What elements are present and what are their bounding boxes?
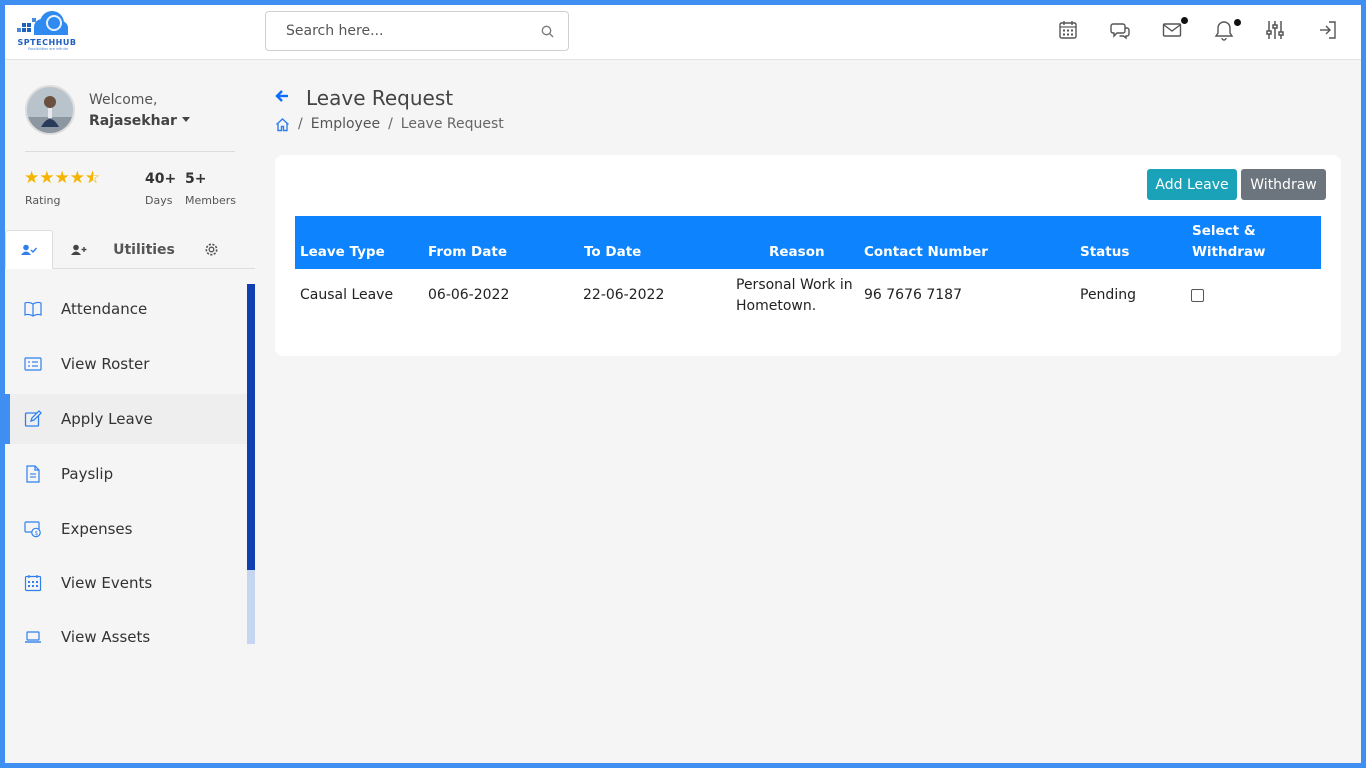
tab-utilities[interactable]: Utilities [105, 230, 183, 269]
brand-logo[interactable]: SPTECHHUB Possibilities are infinite [14, 9, 80, 53]
sidebar-item-payslip[interactable]: Payslip [5, 449, 247, 499]
sidebar-item-label: View Events [61, 574, 153, 592]
search-input[interactable] [267, 13, 527, 49]
sidebar-item-label: Apply Leave [61, 410, 153, 428]
mail-icon[interactable] [1161, 19, 1183, 41]
sidebar-item-attendance[interactable]: Attendance [5, 284, 247, 334]
star-icon: ★ [69, 168, 85, 188]
logo-cloud-icon [17, 11, 68, 35]
caret-down-icon [181, 117, 190, 122]
tab-user-check[interactable] [5, 230, 53, 269]
breadcrumb: / Employee / Leave Request [275, 116, 504, 132]
sidebar-item-view-events[interactable]: View Events [5, 558, 247, 608]
notification-dot [1234, 19, 1241, 26]
cell-reason-line2: Hometown. [736, 298, 817, 314]
logout-icon[interactable] [1317, 19, 1339, 41]
sidebar-item-label: View Assets [61, 628, 151, 646]
column-header-status: Status [1080, 244, 1130, 260]
tab-user-add[interactable] [57, 230, 101, 269]
user-check-icon [21, 244, 37, 255]
select-withdraw-checkbox[interactable] [1191, 289, 1204, 302]
members-label: Members [185, 194, 236, 207]
star-icon: ★ [24, 168, 40, 188]
sidebar-scrollbar-thumb[interactable] [247, 284, 255, 570]
search-box[interactable] [265, 11, 569, 51]
sidebar-tabs: Utilities [5, 230, 255, 269]
bell-icon[interactable] [1213, 19, 1235, 41]
sidebar-item-label: Attendance [61, 300, 148, 318]
table-header: Leave Type From Date To Date Reason Cont… [295, 216, 1321, 269]
column-header-from-date: From Date [428, 244, 507, 260]
leave-request-card: Add Leave Withdraw Leave Type From Date … [275, 155, 1341, 356]
gear-icon [205, 243, 217, 256]
cell-to-date: 22-06-2022 [583, 287, 665, 303]
user-name: Rajasekhar [89, 113, 177, 129]
days-value: 40+ [145, 171, 177, 187]
search-icon[interactable] [541, 25, 554, 38]
column-header-leave-type: Leave Type [300, 244, 385, 260]
chat-icon[interactable] [1109, 19, 1131, 41]
breadcrumb-separator: / [298, 116, 303, 132]
svg-text:$: $ [34, 530, 38, 537]
column-header-contact-number: Contact Number [864, 244, 988, 260]
sliders-icon[interactable] [1264, 19, 1286, 41]
sidebar-item-view-assets[interactable]: View Assets [5, 612, 247, 662]
column-header-reason: Reason [769, 244, 825, 260]
rating-stars: ★★★★☆★ [24, 168, 100, 188]
top-bar: SPTECHHUB Possibilities are infinite [0, 0, 1366, 60]
mail-unread-dot [1181, 17, 1188, 24]
sidebar-item-label: View Roster [61, 355, 150, 373]
welcome-text: Welcome, [89, 92, 158, 108]
withdraw-button[interactable]: Withdraw [1241, 169, 1326, 200]
star-icon: ★ [54, 168, 70, 188]
days-label: Days [145, 194, 173, 207]
add-leave-button[interactable]: Add Leave [1147, 169, 1237, 200]
user-plus-icon [71, 244, 87, 255]
document-icon [26, 465, 40, 483]
edit-icon [24, 410, 42, 427]
cell-contact-number: 96 7676 7187 [864, 287, 962, 303]
user-menu-toggle[interactable]: Rajasekhar [89, 113, 190, 129]
page-title: Leave Request [306, 86, 454, 110]
divider [25, 151, 235, 152]
calendar-icon[interactable] [1057, 19, 1079, 41]
sidebar-item-view-roster[interactable]: View Roster [5, 339, 247, 389]
breadcrumb-current: Leave Request [400, 116, 504, 132]
expenses-icon: $ [24, 521, 41, 538]
members-value: 5+ [185, 171, 207, 187]
avatar[interactable] [25, 85, 75, 135]
rating-label: Rating [25, 194, 61, 207]
breadcrumb-separator: / [388, 116, 393, 132]
home-icon[interactable] [275, 117, 290, 132]
laptop-icon [25, 631, 41, 643]
column-header-select-line1: Select & [1192, 223, 1256, 239]
brand-tagline: Possibilities are infinite [27, 47, 69, 51]
column-header-select-line2: Withdraw [1192, 244, 1266, 260]
calendar-icon [24, 575, 42, 592]
back-arrow-icon[interactable] [275, 89, 289, 103]
brand-name: SPTECHHUB [17, 38, 77, 47]
star-icon: ★ [39, 168, 55, 188]
cell-from-date: 06-06-2022 [428, 287, 510, 303]
book-icon [24, 301, 42, 317]
sidebar-item-label: Payslip [61, 465, 114, 483]
column-header-to-date: To Date [584, 244, 642, 260]
tab-settings[interactable] [191, 230, 231, 269]
cell-reason-line1: Personal Work in [736, 277, 853, 293]
sidebar-item-apply-leave[interactable]: Apply Leave [5, 394, 247, 444]
roster-icon [24, 357, 42, 371]
cell-status: Pending [1080, 287, 1136, 303]
star-half-icon: ☆★ [85, 168, 101, 188]
cell-leave-type: Causal Leave [300, 287, 394, 303]
sidebar-item-label: Expenses [61, 520, 133, 538]
breadcrumb-employee[interactable]: Employee [311, 116, 380, 132]
sidebar-item-expenses[interactable]: $ Expenses [5, 504, 247, 554]
sidebar: Welcome, Rajasekhar ★★★★☆★ Rating 40+ Da… [5, 60, 257, 763]
